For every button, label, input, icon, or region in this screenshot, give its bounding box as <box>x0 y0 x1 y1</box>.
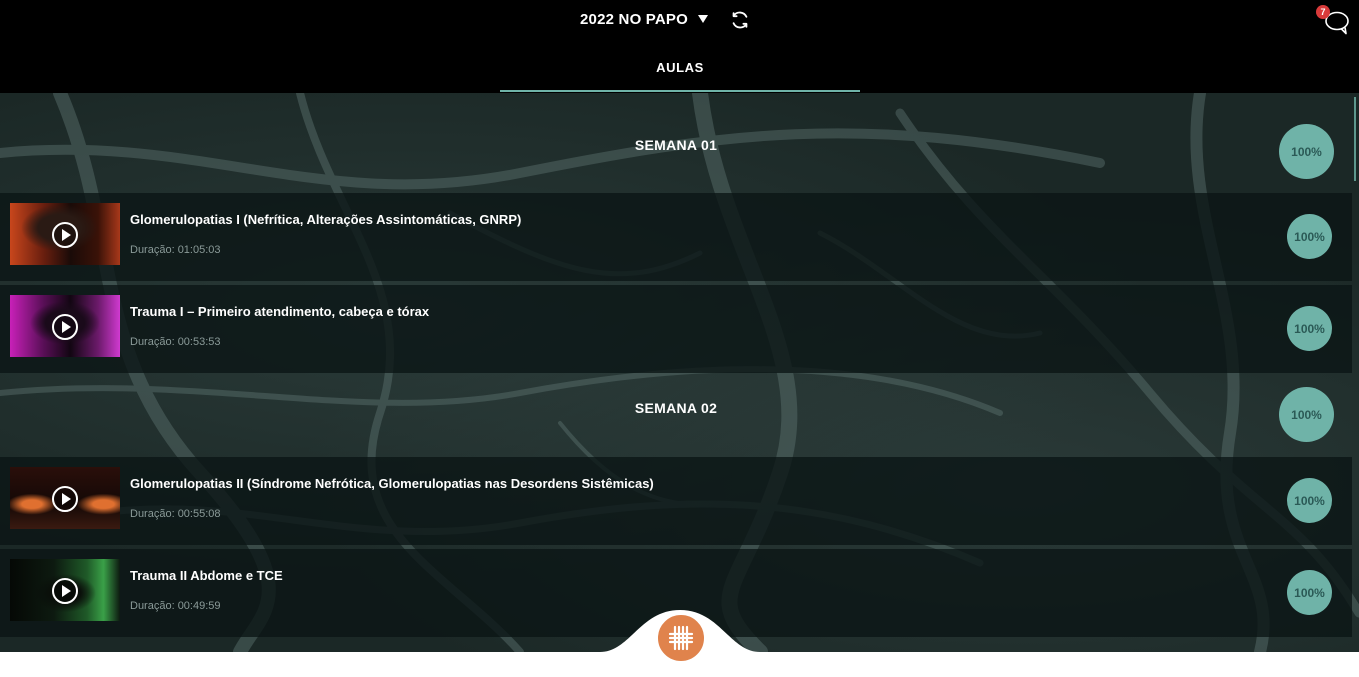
menu-logo-icon[interactable] <box>656 613 706 663</box>
tab-aulas[interactable]: AULAS <box>500 52 860 92</box>
week-header[interactable]: SEMANA 02 100% <box>0 358 1352 458</box>
top-bar: 2022 NO PAPO 7 AULAS <box>0 0 1359 93</box>
play-icon <box>52 222 78 248</box>
chevron-down-icon <box>698 15 709 23</box>
lesson-thumbnail <box>10 295 120 357</box>
lesson-duration: Duração: 01:05:03 <box>130 244 221 256</box>
lesson-progress-badge: 100% <box>1287 306 1332 351</box>
lesson-duration: Duração: 00:55:08 <box>130 508 221 520</box>
logo-mark <box>668 625 694 651</box>
week-title: SEMANA 02 <box>634 400 718 416</box>
lesson-thumbnail <box>10 467 120 529</box>
lesson-item[interactable]: Glomerulopatias II (Síndrome Nefrótica, … <box>0 457 1352 545</box>
course-selector[interactable]: 2022 NO PAPO <box>580 8 709 30</box>
lesson-title: Glomerulopatias I (Nefrítica, Alterações… <box>130 212 522 227</box>
week-progress-badge: 100% <box>1279 387 1334 442</box>
lesson-list[interactable]: SEMANA 01 100% Glomerulopatias I (Nefrít… <box>0 93 1359 652</box>
play-icon <box>52 314 78 340</box>
play-icon <box>52 578 78 604</box>
course-title: 2022 NO PAPO <box>580 10 689 28</box>
notification-badge: 7 <box>1316 5 1330 19</box>
week-progress-badge: 100% <box>1279 124 1334 179</box>
lesson-duration: Duração: 00:49:59 <box>130 600 221 612</box>
lesson-thumbnail <box>10 559 120 621</box>
week-title: SEMANA 01 <box>634 137 718 153</box>
lesson-title: Trauma II Abdome e TCE <box>130 568 283 583</box>
chat-button[interactable]: 7 <box>1316 5 1350 35</box>
refresh-icon[interactable] <box>729 9 751 31</box>
lesson-duration: Duração: 00:53:53 <box>130 336 221 348</box>
lesson-title: Trauma I – Primeiro atendimento, cabeça … <box>130 304 430 319</box>
play-icon <box>52 486 78 512</box>
lesson-item[interactable]: Glomerulopatias I (Nefrítica, Alterações… <box>0 193 1352 281</box>
lesson-title: Glomerulopatias II (Síndrome Nefrótica, … <box>130 476 654 491</box>
lesson-progress-badge: 100% <box>1287 478 1332 523</box>
lesson-progress-badge: 100% <box>1287 570 1332 615</box>
week-header[interactable]: SEMANA 01 100% <box>0 95 1352 195</box>
lesson-thumbnail <box>10 203 120 265</box>
lesson-progress-badge: 100% <box>1287 214 1332 259</box>
scroll-indicator[interactable] <box>1354 97 1356 181</box>
